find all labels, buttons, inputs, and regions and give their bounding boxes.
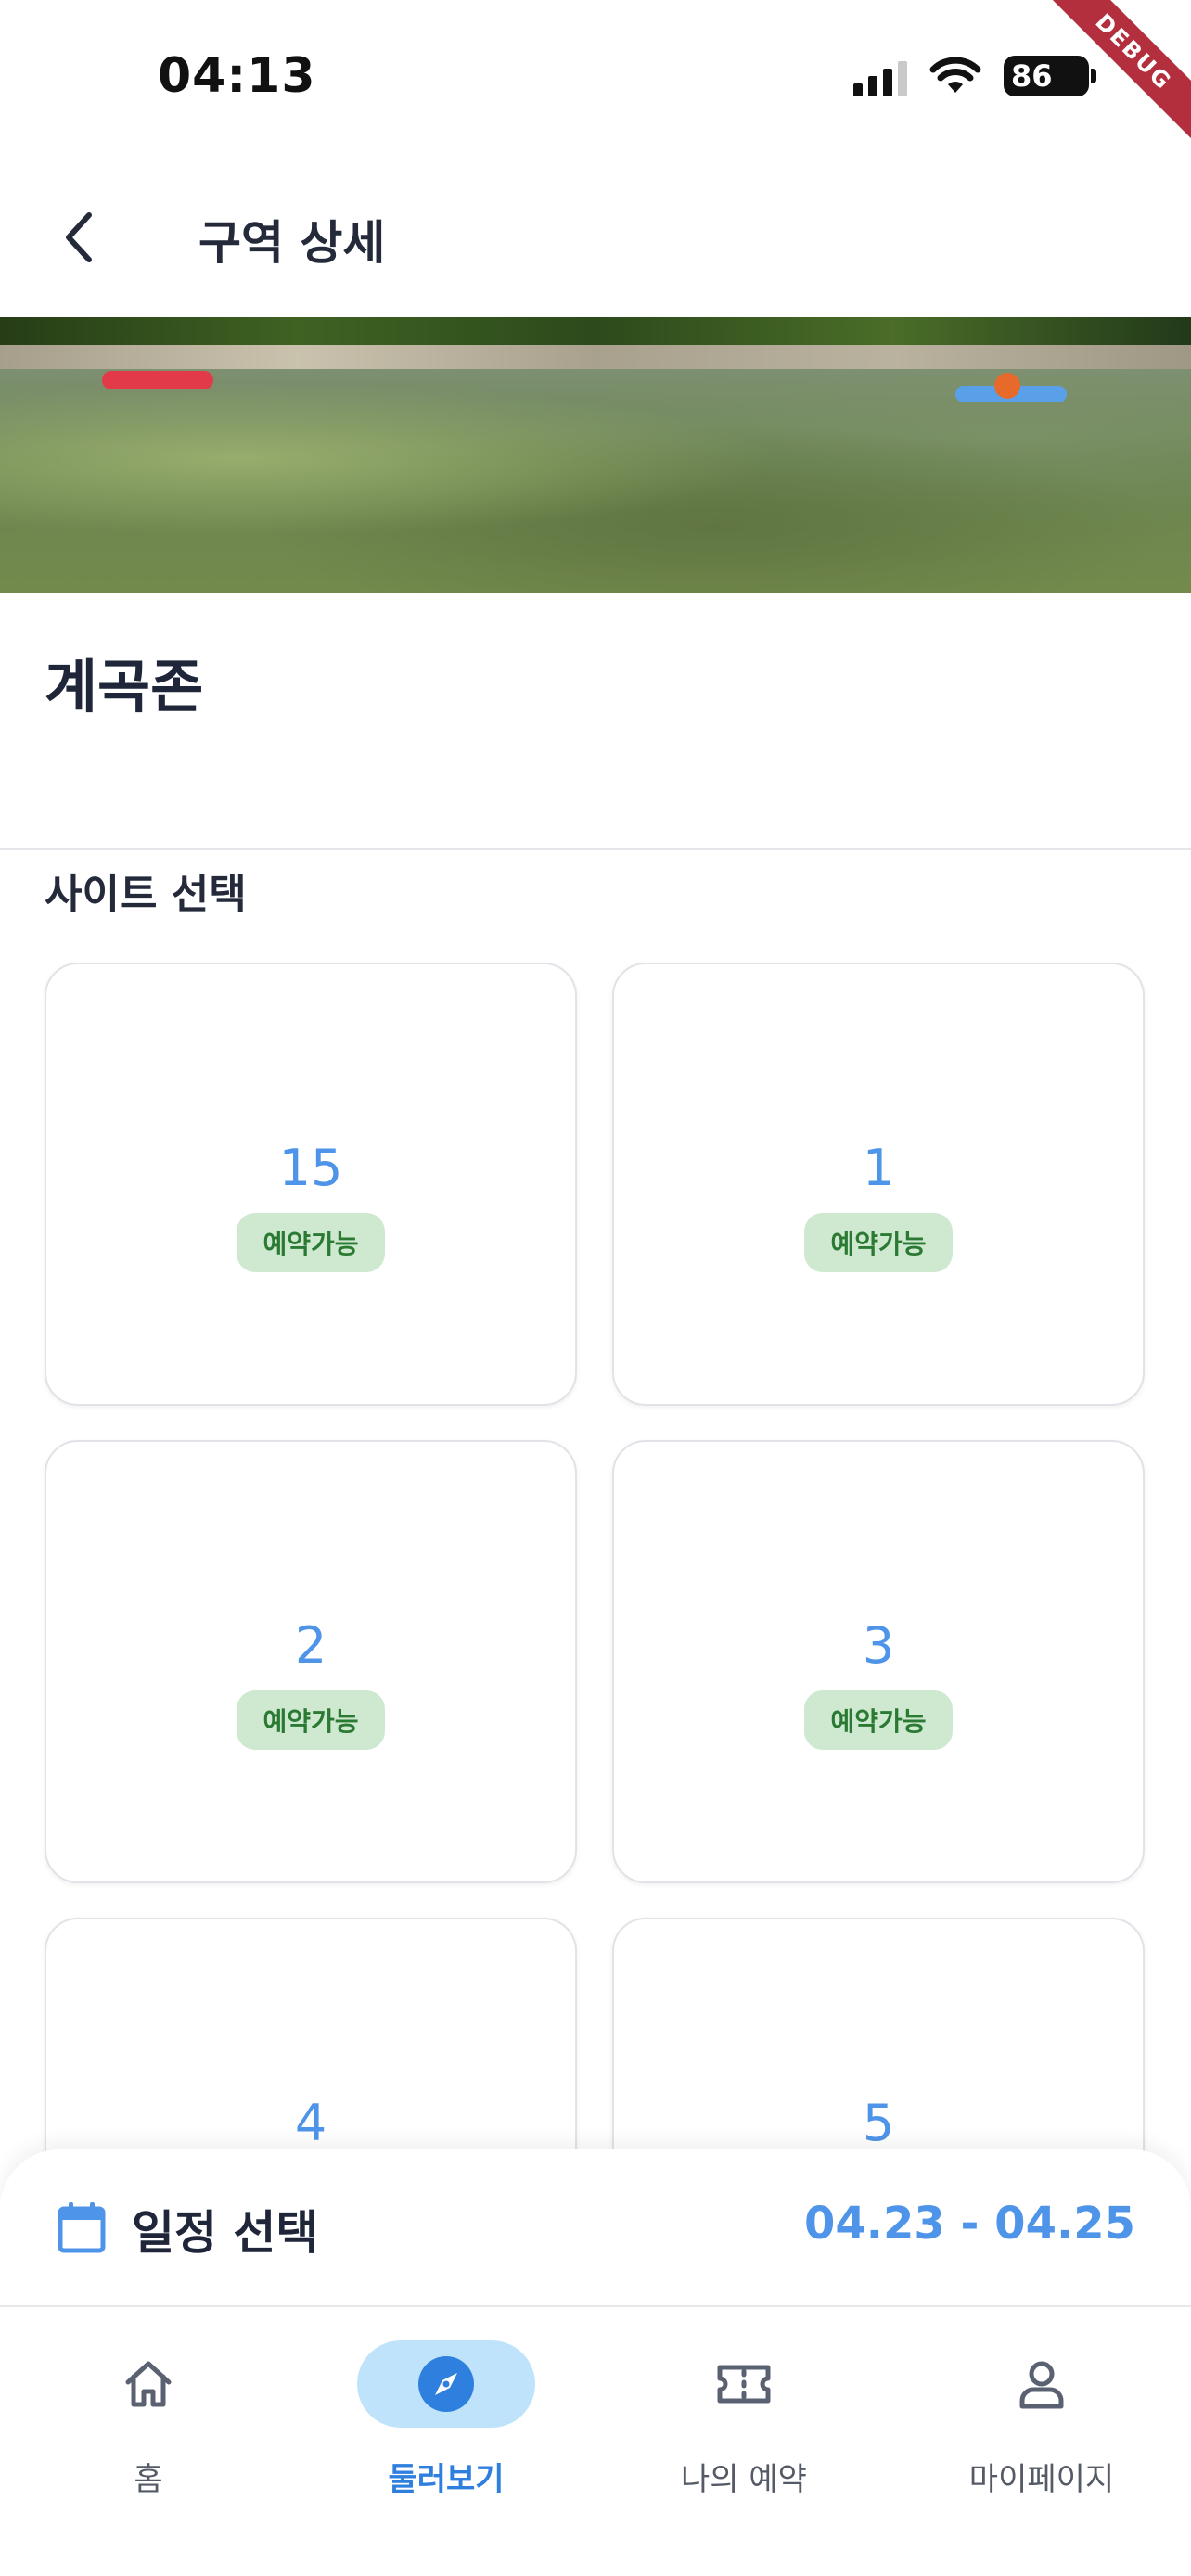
schedule-label: 일정 선택 — [132, 2206, 319, 2260]
nav-label: 마이페이지 — [968, 2461, 1115, 2498]
status-bar: 04:13 86 DEBUG — [0, 0, 1191, 158]
nav-label: 둘러보기 — [388, 2461, 505, 2498]
status-icons: 86 — [853, 56, 1096, 96]
site-number: 15 — [278, 1139, 343, 1197]
schedule-dates[interactable]: 04.23 - 04.25 — [804, 2198, 1135, 2250]
site-card[interactable]: 15 예약가능 — [45, 963, 577, 1406]
availability-badge: 예약가능 — [237, 1690, 385, 1750]
battery-level: 86 — [1011, 58, 1053, 94]
zone-photo — [0, 317, 1191, 593]
page-title: 구역 상세 — [198, 216, 386, 270]
status-time: 04:13 — [158, 48, 316, 104]
nav-pill — [953, 2340, 1131, 2428]
cellular-signal-icon — [853, 56, 907, 96]
site-card[interactable]: 2 예약가능 — [45, 1440, 577, 1883]
site-number: 2 — [294, 1616, 327, 1675]
back-button[interactable] — [45, 204, 111, 271]
availability-badge: 예약가능 — [804, 1213, 953, 1272]
section-title: 사이트 선택 — [45, 871, 247, 918]
chevron-left-icon — [66, 212, 92, 262]
nav-label: 홈 — [134, 2461, 163, 2498]
availability-badge: 예약가능 — [804, 1690, 953, 1750]
zone-name: 계곡존 — [45, 653, 204, 721]
nav-item-my-page[interactable]: 마이페이지 — [893, 2326, 1190, 2511]
site-number: 5 — [862, 2094, 895, 2152]
app-bar: 구역 상세 — [0, 158, 1191, 317]
calendar-icon — [58, 2202, 106, 2253]
nav-item-my-reservations[interactable]: 나의 예약 — [596, 2326, 892, 2511]
site-number: 3 — [862, 1616, 895, 1675]
nav-pill — [59, 2340, 237, 2428]
site-number: 1 — [862, 1139, 895, 1197]
site-card[interactable]: 1 예약가능 — [612, 963, 1145, 1406]
battery-charging-icon: 86 — [1004, 56, 1096, 96]
nav-pill-active — [357, 2340, 535, 2428]
nav-pill — [655, 2340, 833, 2428]
site-number: 4 — [294, 2094, 327, 2152]
ticket-icon — [717, 2365, 771, 2404]
nav-label: 나의 예약 — [681, 2461, 807, 2498]
divider — [0, 848, 1191, 850]
wifi-icon — [929, 57, 981, 93]
site-card[interactable]: 3 예약가능 — [612, 1440, 1145, 1883]
home-icon — [125, 2361, 172, 2407]
compass-icon — [418, 2356, 474, 2412]
person-icon — [1019, 2361, 1064, 2409]
schedule-selector[interactable]: 일정 선택 04.23 - 04.25 — [0, 2149, 1191, 2305]
availability-badge: 예약가능 — [237, 1213, 385, 1272]
nav-item-explore[interactable]: 둘러보기 — [298, 2326, 595, 2511]
nav-item-home[interactable]: 홈 — [0, 2326, 297, 2511]
bottom-nav: 홈 둘러보기 나의 예약 마이페이지 — [0, 2305, 1191, 2576]
